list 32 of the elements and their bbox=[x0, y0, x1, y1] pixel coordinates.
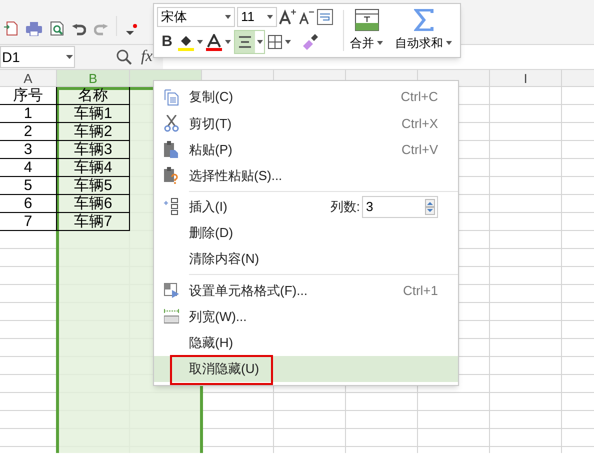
menu-label: 清除内容(N) bbox=[189, 250, 260, 268]
table-cell: 车辆1 bbox=[57, 105, 130, 123]
table-cell: 车辆6 bbox=[57, 195, 130, 213]
menu-label: 插入(I) bbox=[189, 198, 228, 216]
table-cell: 4 bbox=[0, 159, 57, 177]
shortcut-label: Ctrl+V bbox=[402, 140, 438, 159]
table-cell: 7 bbox=[0, 213, 57, 231]
menu-label: 删除(D) bbox=[189, 224, 234, 242]
shortcut-label: Ctrl+C bbox=[400, 88, 438, 106]
menu-label: 选择性粘贴(S)... bbox=[189, 166, 282, 185]
menu-label: 取消隐藏(U) bbox=[189, 360, 260, 378]
menu-label: 粘贴(P) bbox=[189, 140, 232, 159]
table-cell: 车辆3 bbox=[57, 141, 130, 159]
table-cell: 3 bbox=[0, 141, 57, 159]
table-cell: 车辆7 bbox=[57, 213, 130, 231]
table-cell: 车辆5 bbox=[57, 177, 130, 195]
menu-label: 设置单元格格式(F)... bbox=[189, 282, 308, 300]
spinner-label: 列数: bbox=[330, 198, 360, 216]
table-cell: 车辆4 bbox=[57, 159, 130, 177]
table-cell: 2 bbox=[0, 123, 57, 141]
table-cell: 1 bbox=[0, 105, 57, 123]
table-cell: 车辆2 bbox=[57, 123, 130, 141]
shortcut-label: Ctrl+X bbox=[402, 114, 438, 133]
menu-label: 复制(C) bbox=[189, 88, 234, 106]
menu-label: 剪切(T) bbox=[189, 114, 232, 133]
menu-label: 列宽(W)... bbox=[189, 308, 247, 326]
menu-label: 隐藏(H) bbox=[189, 334, 234, 352]
table-cell: 6 bbox=[0, 195, 57, 213]
table-cell: 5 bbox=[0, 177, 57, 195]
table-cell: 序号 bbox=[0, 87, 57, 105]
shortcut-label: Ctrl+1 bbox=[402, 282, 438, 300]
table-cell: 名称 bbox=[57, 87, 130, 105]
